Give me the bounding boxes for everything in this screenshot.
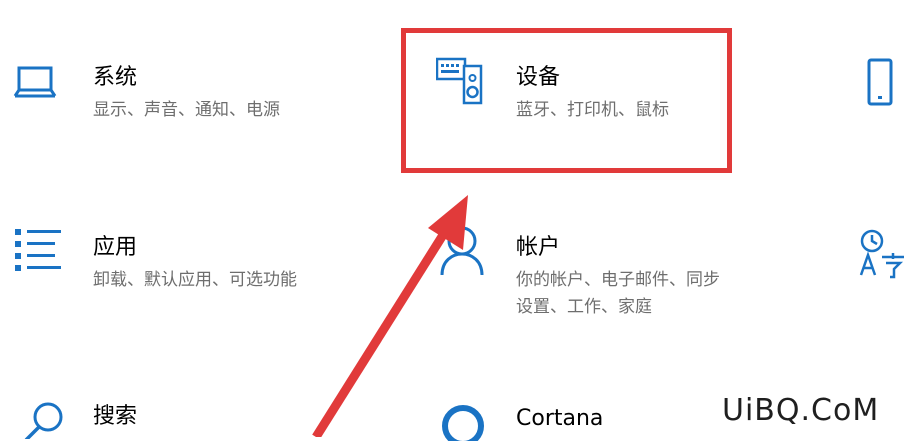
annotation-arrow bbox=[312, 195, 468, 437]
watermark: UiBQ.CoM bbox=[722, 393, 880, 428]
